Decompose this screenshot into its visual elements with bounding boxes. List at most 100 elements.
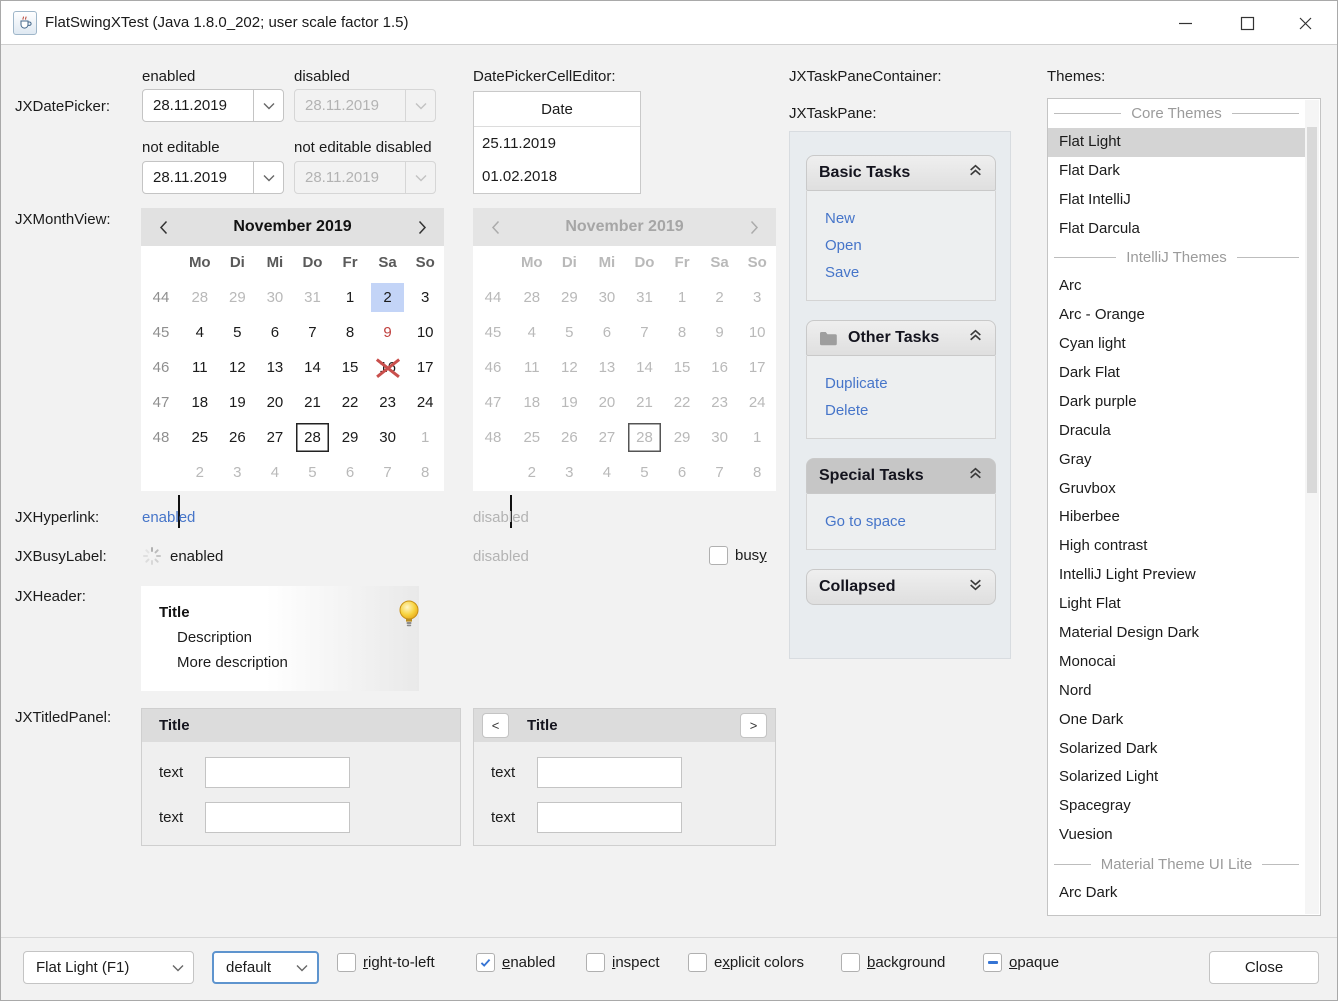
theme-list-item[interactable]: Arc Dark: [1048, 879, 1305, 908]
background-checkbox[interactable]: background: [841, 953, 945, 972]
theme-list-item[interactable]: Arc Dark Contrast: [1048, 908, 1305, 916]
scrollbar-thumb[interactable]: [1307, 127, 1317, 493]
taskpane-header[interactable]: Collapsed: [806, 569, 996, 605]
day-cell[interactable]: 2: [181, 455, 219, 490]
theme-list-item[interactable]: Dracula: [1048, 417, 1305, 446]
themes-scrollbar[interactable]: [1305, 100, 1319, 914]
checkbox-box[interactable]: [841, 953, 860, 972]
day-cell[interactable]: 28: [294, 420, 332, 455]
day-cell[interactable]: 29: [331, 420, 369, 455]
day-cell[interactable]: 5: [219, 315, 257, 350]
datepicker-value[interactable]: 28.11.2019: [143, 162, 253, 193]
theme-list-item[interactable]: Gray: [1048, 446, 1305, 475]
task-link[interactable]: Duplicate: [825, 370, 977, 397]
day-cell[interactable]: 13: [256, 350, 294, 385]
collapse-icon[interactable]: [968, 328, 983, 348]
day-cell[interactable]: 4: [256, 455, 294, 490]
theme-list-item[interactable]: Solarized Dark: [1048, 735, 1305, 764]
hyperlink-enabled[interactable]: enabled: [142, 509, 195, 526]
right-to-left-checkbox[interactable]: right-to-left: [337, 953, 435, 972]
theme-list-item[interactable]: IntelliJ Light Preview: [1048, 561, 1305, 590]
theme-list-item[interactable]: Solarized Light: [1048, 763, 1305, 792]
collapse-icon[interactable]: [968, 466, 983, 486]
checkbox-box[interactable]: [476, 953, 495, 972]
table-row[interactable]: 25.11.2019: [474, 127, 640, 160]
day-cell[interactable]: 20: [256, 385, 294, 420]
checkbox-box[interactable]: [337, 953, 356, 972]
taskpane-header[interactable]: Other Tasks: [806, 320, 996, 356]
theme-list-item[interactable]: One Dark: [1048, 706, 1305, 735]
day-cell[interactable]: 21: [294, 385, 332, 420]
day-cell[interactable]: 8: [331, 315, 369, 350]
theme-list-item[interactable]: High contrast: [1048, 532, 1305, 561]
day-cell[interactable]: 30: [256, 280, 294, 315]
datepicker-enabled[interactable]: 28.11.2019: [142, 89, 284, 122]
theme-list-item[interactable]: Arc: [1048, 272, 1305, 301]
day-cell[interactable]: 8: [406, 455, 444, 490]
text-input[interactable]: [537, 802, 682, 833]
day-cell[interactable]: 3: [219, 455, 257, 490]
theme-list-item[interactable]: Light Flat: [1048, 590, 1305, 619]
task-link[interactable]: Go to space: [825, 508, 977, 535]
day-cell[interactable]: 7: [369, 455, 407, 490]
day-cell[interactable]: 11: [181, 350, 219, 385]
day-cell[interactable]: 6: [256, 315, 294, 350]
table-row[interactable]: 01.02.2018: [474, 160, 640, 193]
theme-list-item[interactable]: Dark purple: [1048, 388, 1305, 417]
theme-list-item[interactable]: Spacegray: [1048, 792, 1305, 821]
text-input[interactable]: [205, 757, 350, 788]
theme-list-item[interactable]: Vuesion: [1048, 821, 1305, 850]
day-cell[interactable]: 25: [181, 420, 219, 455]
theme-list-item[interactable]: Material Design Dark: [1048, 619, 1305, 648]
day-cell[interactable]: 29: [219, 280, 257, 315]
theme-list-item[interactable]: Cyan light: [1048, 330, 1305, 359]
next-button[interactable]: >: [740, 713, 767, 738]
theme-list-item[interactable]: Gruvbox: [1048, 475, 1305, 504]
day-cell[interactable]: 28: [181, 280, 219, 315]
theme-list-item[interactable]: Monocai: [1048, 648, 1305, 677]
theme-list-item[interactable]: Arc - Orange: [1048, 301, 1305, 330]
theme-list-item[interactable]: Flat Darcula: [1048, 215, 1305, 244]
taskpane-header[interactable]: Special Tasks: [806, 458, 996, 494]
theme-list-item[interactable]: Flat IntelliJ: [1048, 186, 1305, 215]
taskpane-header[interactable]: Basic Tasks: [806, 155, 996, 191]
enabled-checkbox[interactable]: enabled: [476, 953, 555, 972]
day-cell[interactable]: 10: [406, 315, 444, 350]
day-cell[interactable]: 23: [369, 385, 407, 420]
day-cell[interactable]: 15: [331, 350, 369, 385]
day-cell[interactable]: 1: [406, 420, 444, 455]
collapse-icon[interactable]: [968, 163, 983, 183]
day-cell[interactable]: 1: [331, 280, 369, 315]
day-cell[interactable]: 19: [219, 385, 257, 420]
theme-list-item[interactable]: Nord: [1048, 677, 1305, 706]
day-cell[interactable]: 2: [369, 280, 407, 315]
checkbox-box[interactable]: [586, 953, 605, 972]
task-link[interactable]: New: [825, 205, 977, 232]
day-cell[interactable]: 4: [181, 315, 219, 350]
task-link[interactable]: Save: [825, 259, 977, 286]
minimize-button[interactable]: [1162, 1, 1209, 45]
day-cell[interactable]: 31: [294, 280, 332, 315]
explicit-colors-checkbox[interactable]: explicit colors: [688, 953, 804, 972]
theme-list-item[interactable]: Dark Flat: [1048, 359, 1305, 388]
maximize-button[interactable]: [1224, 1, 1271, 45]
day-cell[interactable]: 7: [294, 315, 332, 350]
expand-icon[interactable]: [968, 577, 983, 597]
day-cell[interactable]: 24: [406, 385, 444, 420]
day-cell[interactable]: 14: [294, 350, 332, 385]
checkbox-box[interactable]: [709, 546, 728, 565]
inspect-checkbox[interactable]: inspect: [586, 953, 660, 972]
theme-combobox[interactable]: Flat Light (F1): [23, 951, 194, 984]
close-button[interactable]: Close: [1209, 951, 1319, 984]
datepicker-not-editable[interactable]: 28.11.2019: [142, 161, 284, 194]
theme-list-item[interactable]: Flat Dark: [1048, 157, 1305, 186]
day-cell[interactable]: 16: [369, 350, 407, 385]
datepicker-dropdown-button[interactable]: [253, 90, 283, 121]
theme-list-item[interactable]: Hiberbee: [1048, 503, 1305, 532]
day-cell[interactable]: 3: [406, 280, 444, 315]
checkbox-box[interactable]: [688, 953, 707, 972]
day-cell[interactable]: 12: [219, 350, 257, 385]
day-cell[interactable]: 30: [369, 420, 407, 455]
prev-month-icon[interactable]: [141, 220, 185, 235]
datepicker-dropdown-button[interactable]: [253, 162, 283, 193]
